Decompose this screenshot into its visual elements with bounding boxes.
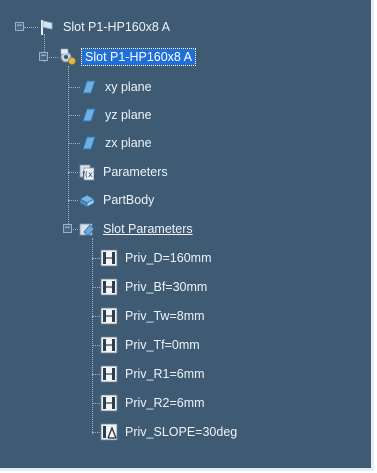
tree-node-yz-plane[interactable]: yz plane bbox=[80, 103, 152, 127]
tree-line bbox=[92, 374, 100, 375]
length-parameter-icon bbox=[100, 307, 118, 325]
length-parameter-icon bbox=[100, 278, 118, 296]
tree-node-parameters[interactable]: f(x) Parameters bbox=[78, 160, 168, 184]
tree-node-parameter[interactable]: Priv_D=160mm bbox=[100, 246, 212, 270]
tree-node-parameter[interactable]: Priv_Tw=8mm bbox=[100, 304, 205, 328]
angle-parameter-icon bbox=[100, 423, 118, 441]
tree-line bbox=[68, 143, 80, 144]
parameter-set-icon bbox=[78, 220, 96, 238]
part-gears-icon bbox=[59, 48, 77, 66]
tree-node-partbody[interactable]: PartBody bbox=[78, 188, 154, 212]
tree-node-label: zx plane bbox=[105, 136, 152, 150]
part-flag-icon bbox=[38, 18, 56, 36]
tree-node-label: Priv_Tw=8mm bbox=[125, 309, 205, 323]
length-parameter-icon bbox=[100, 336, 118, 354]
tree-node-label: yz plane bbox=[105, 108, 152, 122]
parameters-icon: f(x) bbox=[78, 163, 96, 181]
partbody-icon bbox=[78, 191, 96, 209]
tree-line bbox=[92, 403, 100, 404]
tree-line bbox=[68, 115, 80, 116]
tree-node-label: Slot P1-HP160x8 A bbox=[80, 48, 197, 66]
tree-node-zx-plane[interactable]: zx plane bbox=[80, 131, 152, 155]
tree-node-parameter[interactable]: Priv_Tf=0mm bbox=[100, 333, 200, 357]
length-parameter-icon bbox=[100, 394, 118, 412]
tree-node-slot-parameters[interactable]: Slot Parameters bbox=[78, 217, 193, 241]
tree-line bbox=[24, 27, 38, 28]
collapse-toggle-slot-parameters[interactable]: − bbox=[63, 224, 72, 233]
tree-line bbox=[92, 258, 100, 259]
tree-node-parameter[interactable]: Priv_R2=6mm bbox=[100, 391, 205, 415]
tree-line bbox=[92, 345, 100, 346]
plane-icon bbox=[80, 106, 98, 124]
tree-node-part[interactable]: Slot P1-HP160x8 A bbox=[59, 45, 197, 69]
tree-node-label: Priv_D=160mm bbox=[125, 251, 212, 265]
tree-line bbox=[68, 172, 78, 173]
tree-node-parameter[interactable]: Priv_SLOPE=30deg bbox=[100, 420, 237, 444]
plane-icon bbox=[80, 78, 98, 96]
tree-node-label: Priv_SLOPE=30deg bbox=[125, 425, 238, 439]
plane-icon bbox=[80, 134, 98, 152]
tree-node-label: Parameters bbox=[103, 165, 168, 179]
tree-line bbox=[68, 66, 69, 232]
tree-node-label: xy plane bbox=[105, 80, 152, 94]
tree-node-parameter[interactable]: Priv_Bf=30mm bbox=[100, 275, 207, 299]
tree-node-label: Slot P1-HP160x8 A bbox=[63, 20, 171, 34]
tree-line bbox=[92, 238, 93, 434]
svg-text:f(x): f(x) bbox=[82, 170, 96, 179]
tree-node-label: Slot Parameters bbox=[103, 222, 193, 236]
tree-node-label: Priv_Tf=0mm bbox=[125, 338, 200, 352]
length-parameter-icon bbox=[100, 365, 118, 383]
tree-node-label: PartBody bbox=[103, 193, 155, 207]
tree-node-label: Priv_R2=6mm bbox=[125, 396, 205, 410]
tree-node-label: Priv_R1=6mm bbox=[125, 367, 205, 381]
length-parameter-icon bbox=[100, 249, 118, 267]
tree-line bbox=[92, 432, 100, 433]
collapse-toggle-root[interactable]: − bbox=[15, 22, 24, 31]
specification-tree-panel: − − − Slot P1-HP160x8 A Slot P1-HP160x8 … bbox=[0, 0, 374, 471]
tree-line bbox=[92, 287, 100, 288]
tree-node-root[interactable]: Slot P1-HP160x8 A bbox=[38, 15, 170, 39]
tree-line bbox=[68, 87, 80, 88]
tree-node-parameter[interactable]: Priv_R1=6mm bbox=[100, 362, 205, 386]
tree-line bbox=[68, 200, 78, 201]
tree-node-label: Priv_Bf=30mm bbox=[125, 280, 208, 294]
tree-node-xy-plane[interactable]: xy plane bbox=[80, 75, 152, 99]
tree-line bbox=[92, 316, 100, 317]
collapse-toggle-part[interactable]: − bbox=[39, 52, 48, 61]
